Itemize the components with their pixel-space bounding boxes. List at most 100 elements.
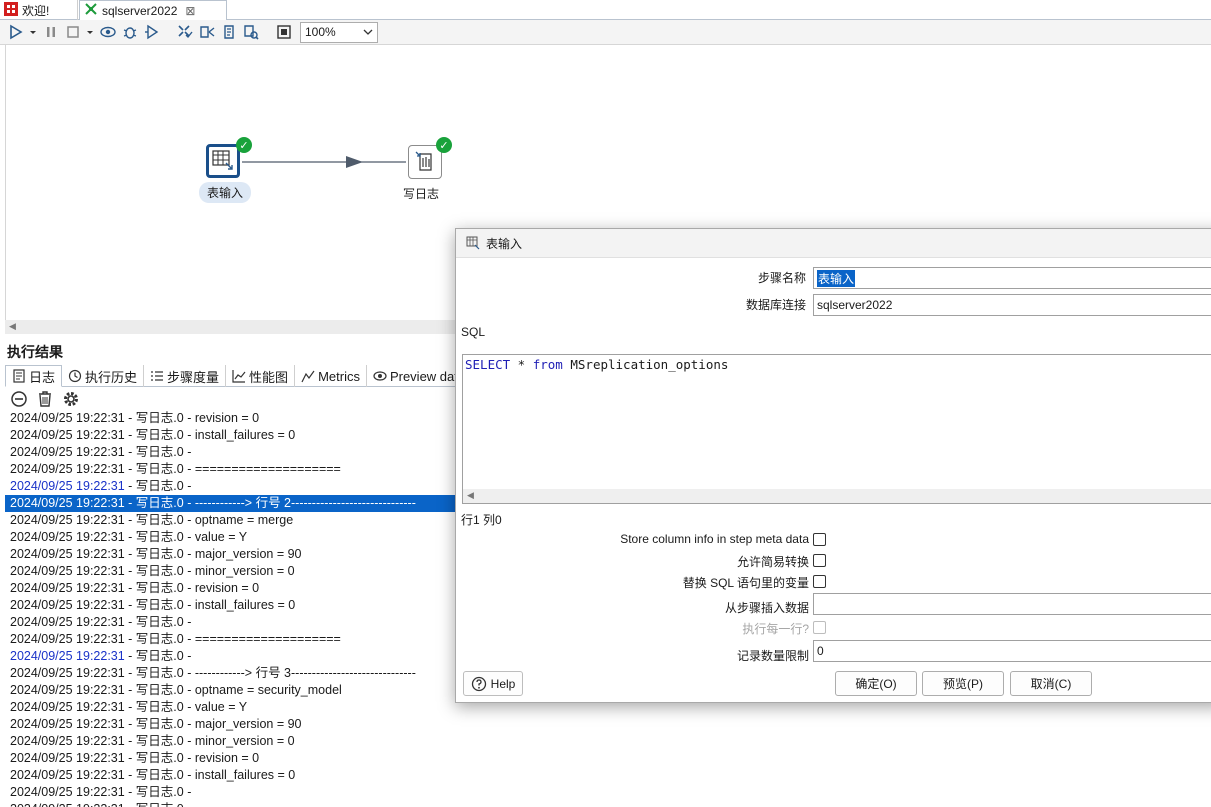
- row-limit-label: 记录数量限制: [736, 649, 809, 663]
- close-tab-icon[interactable]: ⊠: [185, 4, 195, 18]
- log-timestamp: 2024/09/25 19:22:31: [10, 649, 125, 663]
- show-results-icon[interactable]: [274, 23, 293, 42]
- scroll-left-icon[interactable]: ◀: [467, 490, 474, 501]
- log-line[interactable]: 2024/09/25 19:22:31 - 写日志.0 - install_fa…: [5, 597, 460, 614]
- scroll-left-icon[interactable]: ◀: [9, 321, 16, 332]
- store-column-info-checkbox[interactable]: [813, 533, 826, 546]
- stop-options-dropdown-icon[interactable]: [85, 23, 95, 42]
- log-line[interactable]: 2024/09/25 19:22:31 - 写日志.0 - value = Y: [5, 699, 460, 716]
- help-button[interactable]: Help: [463, 671, 523, 696]
- tab-welcome-label: 欢迎!: [22, 3, 50, 18]
- log-line[interactable]: 2024/09/25 19:22:31 - 写日志.0 - optname = …: [5, 512, 460, 529]
- log-message: - 写日志.0 - ====================: [124, 632, 341, 646]
- log-line[interactable]: 2024/09/25 19:22:31 - 写日志.0 - ----------…: [5, 665, 460, 682]
- log-line[interactable]: 2024/09/25 19:22:31 - 写日志.0 - ----------…: [5, 495, 460, 512]
- zoom-select[interactable]: 100%: [300, 21, 378, 43]
- gear-icon[interactable]: [62, 390, 80, 408]
- zoom-value: 100%: [305, 25, 336, 39]
- tab-performance[interactable]: 性能图: [226, 365, 296, 387]
- trash-icon[interactable]: [36, 390, 54, 408]
- tab-log[interactable]: 日志: [5, 365, 63, 387]
- step-name-input[interactable]: 表输入: [813, 267, 1211, 289]
- log-timestamp: 2024/09/25 19:22:31: [10, 581, 125, 595]
- log-timestamp: 2024/09/25 19:22:31: [10, 700, 125, 714]
- write-log-icon: [414, 150, 436, 175]
- run-icon[interactable]: [6, 23, 25, 42]
- log-timestamp: 2024/09/25 19:22:31: [10, 428, 125, 442]
- log-timestamp: 2024/09/25 19:22:31: [10, 751, 125, 765]
- log-line[interactable]: 2024/09/25 19:22:31 - 写日志.0 - ==========…: [5, 631, 460, 648]
- log-timestamp: 2024/09/25 19:22:31: [10, 785, 125, 799]
- log-message: - 写日志.0 - value = Y: [124, 530, 248, 544]
- log-line[interactable]: 2024/09/25 19:22:31 - 写日志.0 - major_vers…: [5, 546, 460, 563]
- log-timestamp: 2024/09/25 19:22:31: [10, 479, 125, 493]
- preview-button[interactable]: 预览(P): [922, 671, 1004, 696]
- log-line[interactable]: 2024/09/25 19:22:31 - 写日志.0 - revision =…: [5, 410, 460, 427]
- log-timestamp: 2024/09/25 19:22:31: [10, 598, 125, 612]
- replace-variables-checkbox[interactable]: [813, 575, 826, 588]
- log-line[interactable]: 2024/09/25 19:22:31 - 写日志.0 - ==========…: [5, 461, 460, 478]
- replace-variables-label: 替换 SQL 语句里的变量: [682, 576, 809, 590]
- log-timestamp: 2024/09/25 19:22:31: [10, 513, 125, 527]
- log-line[interactable]: 2024/09/25 19:22:31 - 写日志.0 -: [5, 648, 460, 665]
- table-input-icon: [212, 149, 234, 174]
- log-message: - 写日志.0 - minor_version = 0: [124, 734, 295, 748]
- sql-horizontal-scrollbar[interactable]: ◀: [463, 489, 1211, 503]
- log-line[interactable]: 2024/09/25 19:22:31 - 写日志.0 -: [5, 784, 460, 801]
- tab-preview-data-label: Preview data: [389, 368, 466, 384]
- preview-eye-icon[interactable]: [98, 23, 117, 42]
- clear-log-icon[interactable]: [10, 390, 28, 408]
- chevron-down-icon: [363, 25, 373, 39]
- log-line[interactable]: 2024/09/25 19:22:31 - 写日志.0 - install_fa…: [5, 427, 460, 444]
- lazy-conversion-checkbox[interactable]: [813, 554, 826, 567]
- tab-metrics[interactable]: Metrics: [295, 365, 367, 387]
- step-table-input[interactable]: [206, 144, 240, 178]
- ok-button[interactable]: 确定(O): [835, 671, 917, 696]
- run-options-dropdown-icon[interactable]: [28, 23, 38, 42]
- debug-bug-icon[interactable]: [120, 23, 139, 42]
- execute-each-row-checkbox[interactable]: [813, 621, 826, 634]
- tab-step-metrics[interactable]: 步骤度量: [144, 365, 227, 387]
- impact-analysis-icon[interactable]: [197, 23, 216, 42]
- canvas-horizontal-scrollbar[interactable]: ◀: [5, 320, 460, 334]
- log-line[interactable]: 2024/09/25 19:22:31 - 写日志.0 -: [5, 801, 460, 807]
- transformation-canvas[interactable]: ✓ 表输入 ✓ 写日志: [5, 45, 460, 320]
- explore-db-icon[interactable]: [241, 23, 260, 42]
- tab-sqlserver2022[interactable]: sqlserver2022 ⊠: [79, 0, 227, 21]
- log-line[interactable]: 2024/09/25 19:22:31 - 写日志.0 - minor_vers…: [5, 733, 460, 750]
- cancel-button[interactable]: 取消(C): [1010, 671, 1092, 696]
- log-line[interactable]: 2024/09/25 19:22:31 - 写日志.0 - install_fa…: [5, 767, 460, 784]
- log-line[interactable]: 2024/09/25 19:22:31 - 写日志.0 - value = Y: [5, 529, 460, 546]
- sql-script-icon[interactable]: [219, 23, 238, 42]
- tab-welcome[interactable]: 欢迎!: [0, 0, 78, 20]
- log-line[interactable]: 2024/09/25 19:22:31 - 写日志.0 - revision =…: [5, 580, 460, 597]
- step-write-log-label: 写日志: [403, 187, 440, 201]
- log-output[interactable]: 2024/09/25 19:22:31 - 写日志.0 - revision =…: [5, 410, 460, 807]
- log-line[interactable]: 2024/09/25 19:22:31 - 写日志.0 -: [5, 614, 460, 631]
- log-line[interactable]: 2024/09/25 19:22:31 - 写日志.0 -: [5, 478, 460, 495]
- replay-icon[interactable]: [142, 23, 161, 42]
- log-line[interactable]: 2024/09/25 19:22:31 - 写日志.0 - revision =…: [5, 750, 460, 767]
- dialog-titlebar[interactable]: 表输入: [456, 229, 1211, 258]
- pause-icon[interactable]: [41, 23, 60, 42]
- editor-tab-bar: 欢迎! sqlserver2022 ⊠: [0, 0, 1211, 21]
- log-message: - 写日志.0 - revision = 0: [124, 411, 260, 425]
- db-connection-select[interactable]: sqlserver2022: [813, 294, 1211, 316]
- log-message: - 写日志.0 - install_failures = 0: [124, 768, 296, 782]
- sql-editor[interactable]: SELECT * from MSreplication_options ◀: [462, 354, 1211, 504]
- log-line[interactable]: 2024/09/25 19:22:31 - 写日志.0 - major_vers…: [5, 716, 460, 733]
- tab-history[interactable]: 执行历史: [62, 365, 145, 387]
- preview-eye-icon: [373, 371, 387, 381]
- execute-each-row-label: 执行每一行?: [742, 622, 809, 636]
- sql-label: SQL: [461, 325, 486, 339]
- log-timestamp: 2024/09/25 19:22:31: [10, 445, 125, 459]
- insert-from-step-select[interactable]: [813, 593, 1211, 615]
- stop-icon[interactable]: [63, 23, 82, 42]
- results-tab-bar: 日志 执行历史 步骤度量 性能图 Metrics Preview data: [5, 365, 473, 387]
- performance-chart-icon: [232, 370, 246, 383]
- log-line[interactable]: 2024/09/25 19:22:31 - 写日志.0 - minor_vers…: [5, 563, 460, 580]
- row-limit-input[interactable]: 0: [813, 640, 1211, 662]
- log-line[interactable]: 2024/09/25 19:22:31 - 写日志.0 - optname = …: [5, 682, 460, 699]
- log-line[interactable]: 2024/09/25 19:22:31 - 写日志.0 -: [5, 444, 460, 461]
- verify-icon[interactable]: [175, 23, 194, 42]
